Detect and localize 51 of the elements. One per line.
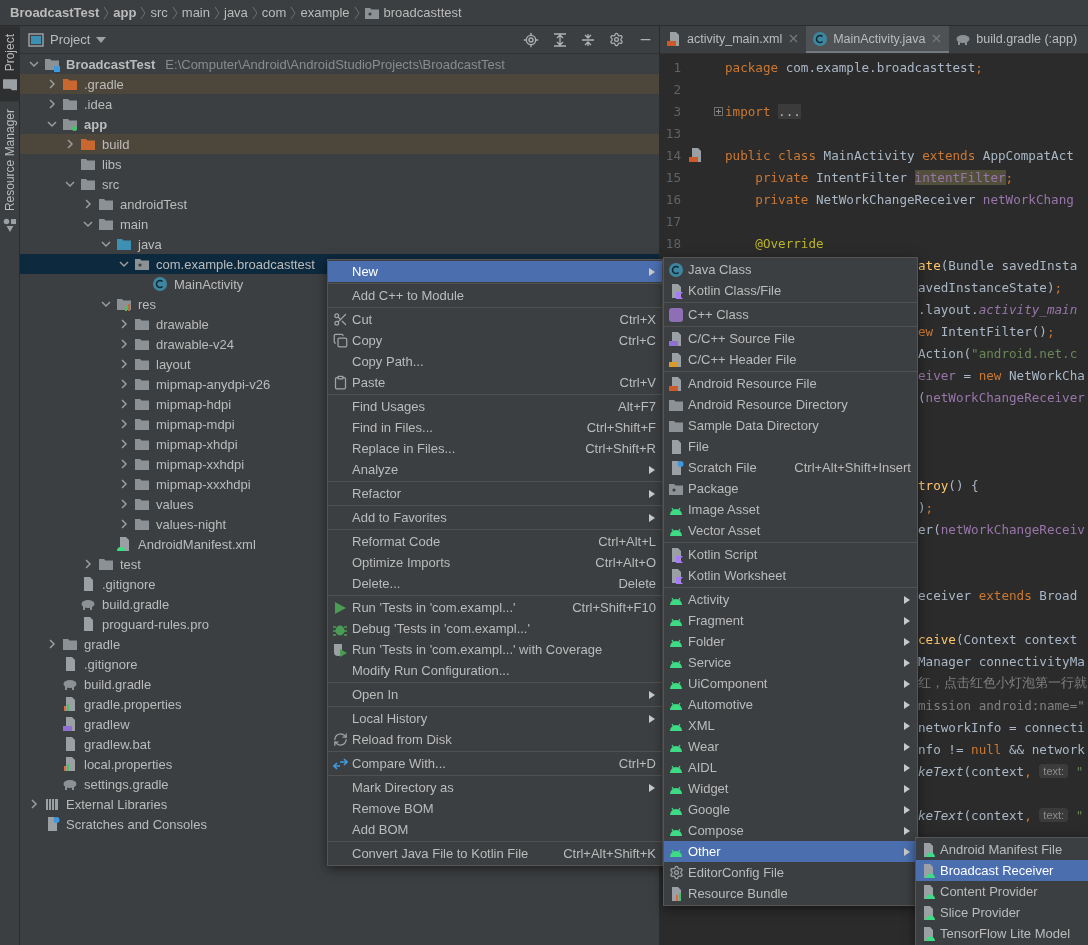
shortcut-text: Delete <box>618 576 656 591</box>
line-number: 3 <box>672 103 681 119</box>
line-number: 13 <box>664 125 681 141</box>
line-number: 14 <box>664 147 681 163</box>
code-text: " <box>1074 763 1084 779</box>
shortcut-text: Ctrl+Alt+Shift+Insert <box>794 460 911 475</box>
shortcut-text: Ctrl+D <box>618 756 656 771</box>
code-text: package com.example.broadcasttest; <box>725 59 983 75</box>
shortcut-text: Ctrl+Alt+O <box>595 555 656 570</box>
shortcut-text: Ctrl+X <box>619 312 656 327</box>
shortcut-text: Ctrl+C <box>618 333 656 348</box>
line-number: 18 <box>664 235 681 251</box>
code-text: .layout.activity_main <box>918 301 1078 317</box>
code-text: troy() { <box>918 477 979 493</box>
project-path: E:\Computer\Android\AndroidStudioProjects\BroadcastTest <box>165 56 505 72</box>
code-text: avedInstanceState); <box>918 279 1063 295</box>
shortcut-text: Ctrl+Shift+F10 <box>572 600 656 615</box>
code-text: public class MainActivity extends AppCompatAct <box>725 147 1074 163</box>
code-text: (netWorkChangeReceiver <box>918 389 1085 405</box>
shortcut-text: Ctrl+V <box>619 375 656 390</box>
line-number: 17 <box>664 213 681 229</box>
line-number: 2 <box>672 81 681 97</box>
code-text: private NetWorkChangeReceiver netWorkChang <box>754 191 1074 207</box>
parameter-hint: text: <box>1039 808 1069 822</box>
code-text: import ... <box>725 103 801 119</box>
shortcut-text: Ctrl+Shift+R <box>585 441 656 456</box>
code-text: keText(context, <box>918 807 1033 823</box>
code-text: eceiver extends Broad <box>918 587 1078 603</box>
code-text: nfo != null && network <box>918 741 1085 757</box>
code-text: eiver = new NetWorkCha <box>918 367 1085 383</box>
code-text: Manager connectivityMa <box>918 653 1085 669</box>
code-text: private IntentFilter intentFilter; <box>754 169 1014 185</box>
code-text: networkInfo = connecti <box>918 719 1085 735</box>
shortcut-text: Ctrl+Shift+F <box>586 420 656 435</box>
line-number: 16 <box>664 191 681 207</box>
code-text: @Override <box>754 235 824 251</box>
code-text: ew IntentFilter(); <box>918 323 1055 339</box>
shortcut-text: Alt+F7 <box>618 399 656 414</box>
code-text: keText(context, <box>918 763 1033 779</box>
code-text: er(netWorkChangeReceiv <box>918 521 1085 537</box>
shortcut-text: Ctrl+Alt+L <box>598 534 656 549</box>
code-text: ); <box>918 499 934 515</box>
code-text: Action("android.net.c <box>918 345 1078 361</box>
code-text: ceive(Context context <box>918 631 1078 647</box>
line-number: 1 <box>672 59 681 75</box>
code-text: " <box>1074 807 1084 823</box>
parameter-hint: text: <box>1039 764 1069 778</box>
code-text: mission android:name=" <box>918 697 1085 713</box>
code-text: ate(Bundle savedInsta <box>918 257 1078 273</box>
shortcut-text: Ctrl+Alt+Shift+K <box>563 846 656 861</box>
line-number: 15 <box>664 169 681 185</box>
